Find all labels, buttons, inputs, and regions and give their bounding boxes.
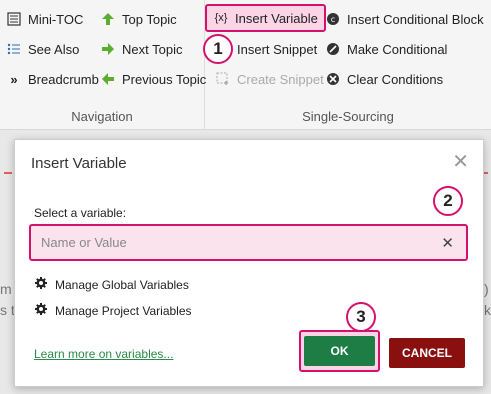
arrow-left-icon xyxy=(100,71,116,87)
variable-icon: {x} xyxy=(214,12,228,24)
background-text: m xyxy=(0,281,12,297)
insert-variable-dialog: Insert Variable ✕ Select a variable: ✕ M… xyxy=(14,139,484,387)
callout-badge: 3 xyxy=(346,302,376,332)
conditional-block-icon: c xyxy=(325,11,341,27)
manage-project-variables-label: Manage Project Variables xyxy=(55,303,192,318)
previous-topic-button[interactable]: Previous Topic xyxy=(100,68,206,90)
top-topic-label: Top Topic xyxy=(122,11,177,27)
make-conditional-button[interactable]: Make Conditional xyxy=(325,38,447,60)
variable-search-field[interactable]: ✕ xyxy=(29,224,468,261)
mini-toc-label: Mini-TOC xyxy=(28,11,84,27)
single-sourcing-group-label: Single-Sourcing xyxy=(302,109,394,124)
manage-project-variables-link[interactable]: Manage Project Variables xyxy=(35,303,192,318)
single-sourcing-group: {x} Insert Variable Insert Snippet Creat… xyxy=(205,0,491,130)
navigation-group-label: Navigation xyxy=(71,109,133,124)
insert-snippet-label: Insert Snippet xyxy=(237,41,318,57)
background-divider xyxy=(4,172,12,174)
variable-search-input[interactable] xyxy=(41,235,442,250)
background-text: s t xyxy=(0,302,15,318)
navigation-group: Mini-TOC See Also » Breadcrumb Top Topic… xyxy=(0,0,206,130)
make-conditional-label: Make Conditional xyxy=(347,41,448,57)
svg-text:c: c xyxy=(331,15,335,24)
background-text: ) xyxy=(484,281,489,297)
next-topic-button[interactable]: Next Topic xyxy=(100,38,182,60)
mini-toc-button[interactable]: Mini-TOC xyxy=(6,8,83,30)
manage-global-variables-label: Manage Global Variables xyxy=(55,277,189,292)
learn-more-link[interactable]: Learn more on variables... xyxy=(34,347,173,361)
insert-conditional-block-label: Insert Conditional Block xyxy=(347,11,484,27)
callout-badge: 2 xyxy=(433,186,463,216)
select-variable-label: Select a variable: xyxy=(34,206,127,220)
next-topic-label: Next Topic xyxy=(122,41,183,57)
gear-icon xyxy=(35,277,47,292)
previous-topic-label: Previous Topic xyxy=(122,71,207,87)
create-snippet-button[interactable]: Create Snippet xyxy=(215,68,324,90)
cancel-button[interactable]: CANCEL xyxy=(389,338,465,368)
arrow-up-icon xyxy=(100,11,116,27)
create-snippet-label: Create Snippet xyxy=(237,71,324,87)
arrow-right-icon xyxy=(100,41,116,57)
clear-conditions-button[interactable]: Clear Conditions xyxy=(325,68,443,90)
gear-icon xyxy=(35,303,47,318)
close-icon[interactable]: ✕ xyxy=(452,152,469,172)
breadcrumb-button[interactable]: » Breadcrumb xyxy=(6,68,99,90)
manage-global-variables-link[interactable]: Manage Global Variables xyxy=(35,277,189,292)
ok-highlight: OK xyxy=(299,330,380,372)
breadcrumb-label: Breadcrumb xyxy=(28,71,99,87)
clear-icon[interactable]: ✕ xyxy=(441,234,454,252)
insert-variable-label: Insert Variable xyxy=(235,10,318,26)
top-topic-button[interactable]: Top Topic xyxy=(100,8,177,30)
make-conditional-icon xyxy=(325,41,341,57)
see-also-label: See Also xyxy=(28,41,80,57)
callout-badge: 1 xyxy=(203,34,233,64)
clear-conditions-label: Clear Conditions xyxy=(347,71,444,87)
background-text: k xyxy=(484,302,491,318)
insert-conditional-block-button[interactable]: c Insert Conditional Block xyxy=(325,8,484,30)
ok-button[interactable]: OK xyxy=(304,336,375,366)
ribbon-toolbar: Mini-TOC See Also » Breadcrumb Top Topic… xyxy=(0,0,491,130)
dialog-title: Insert Variable xyxy=(31,155,127,172)
create-snippet-icon xyxy=(215,71,231,87)
mini-toc-icon xyxy=(6,11,22,27)
insert-variable-button[interactable]: {x} Insert Variable xyxy=(205,4,326,32)
clear-conditions-icon xyxy=(325,71,341,87)
list-icon xyxy=(6,41,22,57)
double-chevron-icon: » xyxy=(10,71,18,87)
see-also-button[interactable]: See Also xyxy=(6,38,79,60)
